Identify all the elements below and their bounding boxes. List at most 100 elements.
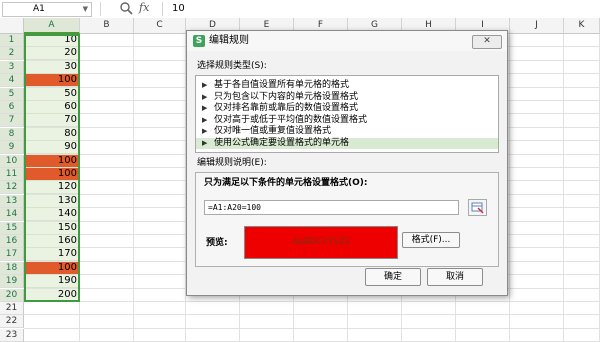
row-header[interactable]: 3 xyxy=(0,60,24,74)
row-header[interactable]: 21 xyxy=(0,302,24,315)
play-arrow-icon: ▶ xyxy=(202,81,208,89)
play-arrow-icon: ▶ xyxy=(202,104,208,112)
row-header[interactable]: 8 xyxy=(0,127,24,141)
grid-line xyxy=(563,34,564,342)
play-arrow-icon: ▶ xyxy=(202,127,208,135)
column-header[interactable]: K xyxy=(564,18,600,34)
row-header[interactable]: 17 xyxy=(0,248,24,262)
cell[interactable]: 130 xyxy=(24,194,80,208)
play-arrow-icon: ▶ xyxy=(202,138,208,147)
column-header[interactable]: C xyxy=(134,18,186,34)
cell[interactable]: 30 xyxy=(24,60,80,74)
cell[interactable]: 70 xyxy=(24,114,80,128)
zoom-icon[interactable] xyxy=(119,1,133,15)
cell[interactable]: 80 xyxy=(24,127,80,141)
rule-type-item[interactable]: ▶ 基于各自值设置所有单元格的格式 xyxy=(196,80,498,91)
row-header[interactable]: 4 xyxy=(0,74,24,88)
row-header[interactable]: 19 xyxy=(0,275,24,289)
edit-rule-dialog: S 编辑规则 ✕ 选择规则类型(S): ▶ 基于各自值设置所有单元格的格式 ▶ 只为包… xyxy=(186,30,508,296)
cell[interactable]: 50 xyxy=(24,87,80,101)
cell[interactable]: 120 xyxy=(24,181,80,195)
play-arrow-icon: ▶ xyxy=(202,92,208,101)
play-arrow-icon: ▶ xyxy=(202,115,208,124)
column-header[interactable]: A xyxy=(24,18,80,34)
select-all-corner[interactable] xyxy=(0,18,24,34)
name-box[interactable]: A1 ▼ xyxy=(2,2,92,17)
format-preview: AaBbCcYyZz xyxy=(244,226,398,259)
name-box-value: A1 xyxy=(33,4,45,14)
cell[interactable]: 170 xyxy=(24,248,80,262)
cell[interactable]: 20 xyxy=(24,47,80,61)
row-header[interactable]: 20 xyxy=(0,288,24,302)
rule-type-item[interactable]: ▶ 仅对唯一值或重复值设置格式 xyxy=(196,126,498,137)
cell[interactable]: 140 xyxy=(24,208,80,222)
row-header[interactable]: 7 xyxy=(0,114,24,128)
preview-label: 预览: xyxy=(206,238,228,248)
rule-type-label: 选择规则类型(S): xyxy=(197,61,267,71)
column-header[interactable]: J xyxy=(510,18,564,34)
highlighted-cell[interactable]: 100 xyxy=(24,168,80,181)
row-header[interactable]: 12 xyxy=(0,181,24,195)
grid-line xyxy=(24,327,600,329)
cell[interactable]: 10 xyxy=(24,34,80,47)
app-logo-icon: S xyxy=(193,35,205,47)
range-picker-icon xyxy=(471,202,484,214)
row-header[interactable]: 16 xyxy=(0,235,24,248)
formula-bar-divider xyxy=(100,2,101,16)
rule-type-list[interactable]: ▶ 基于各自值设置所有单元格的格式 ▶ 只为包含以下内容的单元格设置格式 ▶ 仅对排名靠前… xyxy=(195,75,499,153)
formula-bar-divider xyxy=(162,2,163,16)
formula-input[interactable]: 10 xyxy=(172,0,185,18)
grid-line xyxy=(24,314,600,316)
row-header[interactable]: 15 xyxy=(0,221,24,235)
ok-button[interactable]: 确定 xyxy=(365,268,421,286)
cell[interactable]: 200 xyxy=(24,288,80,302)
format-button[interactable]: 格式(F)... xyxy=(402,232,460,248)
formula-field[interactable]: =A1:A20=100 xyxy=(204,200,459,215)
highlighted-cell[interactable]: 100 xyxy=(24,261,80,275)
row-header[interactable]: 5 xyxy=(0,87,24,101)
cell[interactable]: 90 xyxy=(24,141,80,155)
cell[interactable]: 150 xyxy=(24,221,80,235)
row-header[interactable]: 22 xyxy=(0,315,24,329)
row-header[interactable]: 11 xyxy=(0,168,24,181)
dialog-title: 编辑规则 xyxy=(209,35,249,46)
range-picker-button[interactable] xyxy=(468,199,487,216)
rule-type-label: 仅对高于或低于平均值的数值设置格式 xyxy=(214,114,368,125)
row-header[interactable]: 9 xyxy=(0,141,24,155)
grid-line xyxy=(24,301,600,302)
rule-type-item[interactable]: ▶ 使用公式确定要设置格式的单元格 xyxy=(196,137,498,149)
row-header[interactable]: 10 xyxy=(0,154,24,168)
dialog-titlebar[interactable]: S 编辑规则 ✕ xyxy=(187,31,507,51)
highlighted-cell[interactable]: 100 xyxy=(24,154,80,168)
rule-description-label: 编辑规则说明(E): xyxy=(197,158,267,168)
column-header[interactable]: B xyxy=(80,18,134,34)
grid-line xyxy=(133,34,134,342)
rule-type-item[interactable]: ▶ 仅对排名靠前或靠后的数值设置格式 xyxy=(196,103,498,114)
rule-type-item[interactable]: ▶ 只为包含以下内容的单元格设置格式 xyxy=(196,92,498,103)
rule-description-box: 只为满足以下条件的单元格设置格式(O): =A1:A20=100 预览: AaB… xyxy=(195,172,499,267)
rule-type-label: 使用公式确定要设置格式的单元格 xyxy=(214,137,350,148)
row-header[interactable]: 1 xyxy=(0,34,24,47)
highlighted-cell[interactable]: 100 xyxy=(24,74,80,88)
rule-type-label: 只为包含以下内容的单元格设置格式 xyxy=(214,91,359,102)
cell[interactable]: 60 xyxy=(24,101,80,114)
row-header[interactable]: 18 xyxy=(0,261,24,275)
rule-type-item[interactable]: ▶ 仅对高于或低于平均值的数值设置格式 xyxy=(196,115,498,126)
cell[interactable]: 190 xyxy=(24,275,80,289)
formula-bar: A1 ▼ fx 10 xyxy=(0,0,600,19)
rule-type-label: 仅对排名靠前或靠后的数值设置格式 xyxy=(214,103,359,113)
rule-type-label: 基于各自值设置所有单元格的格式 xyxy=(214,80,350,90)
row-header[interactable]: 14 xyxy=(0,208,24,222)
row-header[interactable]: 13 xyxy=(0,194,24,208)
close-button[interactable]: ✕ xyxy=(472,35,502,49)
cell[interactable]: 160 xyxy=(24,235,80,248)
row-header[interactable]: 2 xyxy=(0,47,24,61)
grid-line xyxy=(509,34,510,342)
row-header[interactable]: 23 xyxy=(0,328,24,342)
formula-condition-label: 只为满足以下条件的单元格设置格式(O): xyxy=(204,178,368,188)
fx-icon[interactable]: fx xyxy=(139,0,149,16)
row-header[interactable]: 6 xyxy=(0,101,24,114)
rule-type-label: 仅对唯一值或重复值设置格式 xyxy=(214,126,332,136)
name-box-dropdown-icon[interactable]: ▼ xyxy=(83,3,88,16)
cancel-button[interactable]: 取消 xyxy=(427,268,483,286)
